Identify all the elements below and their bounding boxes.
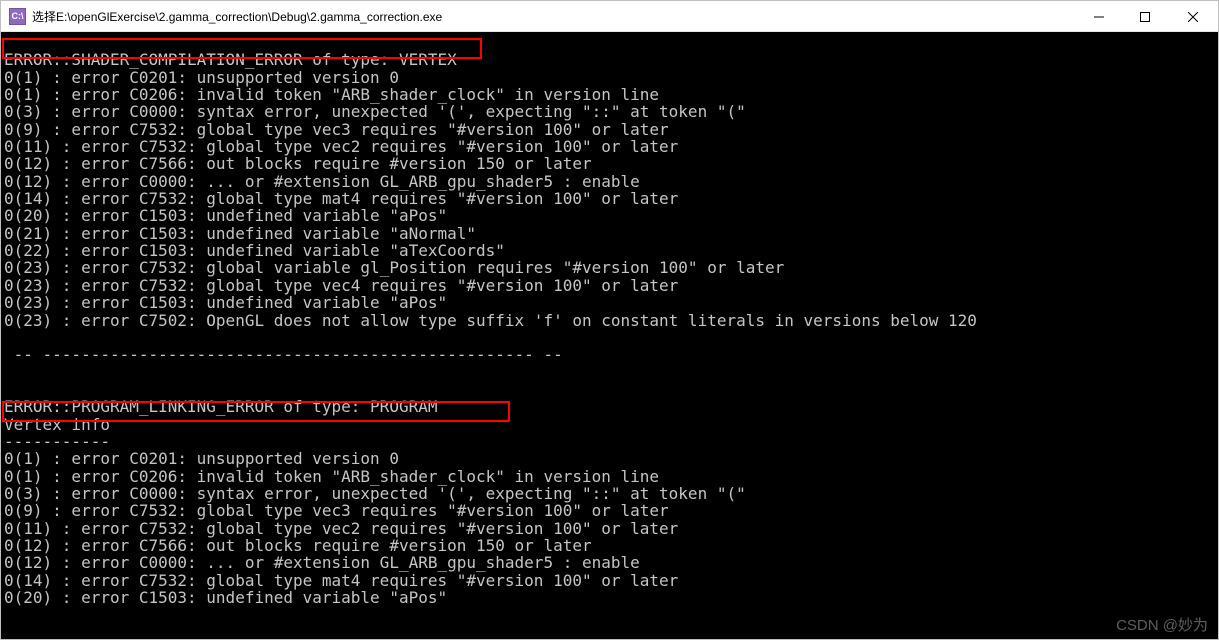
console-line: 0(11) : error C7532: global type vec2 re… [4,138,1218,155]
console-line: 0(1) : error C0206: invalid token "ARB_s… [4,86,1218,103]
console-line: 0(23) : error C1503: undefined variable … [4,294,1218,311]
close-button[interactable] [1168,1,1218,32]
close-icon [1188,12,1198,22]
console-line: 0(14) : error C7532: global type mat4 re… [4,190,1218,207]
console-line: ERROR::PROGRAM_LINKING_ERROR of type: PR… [4,398,1218,415]
minimize-icon [1094,12,1104,22]
console-line: -- -------------------------------------… [4,346,1218,363]
console-line: 0(12) : error C0000: ... or #extension G… [4,554,1218,571]
title-bar[interactable]: C:\ 选择E:\openGlExercise\2.gamma_correcti… [1,1,1218,32]
console-line: 0(21) : error C1503: undefined variable … [4,225,1218,242]
console-line: 0(9) : error C7532: global type vec3 req… [4,121,1218,138]
console-line: ----------- [4,433,1218,450]
console-line: 0(23) : error C7502: OpenGL does not all… [4,312,1218,329]
console-line: 0(20) : error C1503: undefined variable … [4,589,1218,606]
console-line: 0(23) : error C7532: global type vec4 re… [4,277,1218,294]
console-line: 0(12) : error C7566: out blocks require … [4,537,1218,554]
console-line: 0(20) : error C1503: undefined variable … [4,207,1218,224]
console-line: 0(23) : error C7532: global variable gl_… [4,259,1218,276]
console-line: 0(9) : error C7532: global type vec3 req… [4,502,1218,519]
console-line: 0(22) : error C1503: undefined variable … [4,242,1218,259]
console-line: ERROR::SHADER_COMPILATION_ERROR of type:… [4,51,1218,68]
console-line: 0(14) : error C7532: global type mat4 re… [4,572,1218,589]
window-controls [1076,1,1218,31]
maximize-icon [1140,12,1150,22]
console-line [4,329,1218,346]
console-line: 0(1) : error C0201: unsupported version … [4,69,1218,86]
watermark: CSDN @妙为 [1116,614,1208,635]
console-line [4,34,1218,51]
console-line: 0(3) : error C0000: syntax error, unexpe… [4,103,1218,120]
app-icon: C:\ [9,8,26,25]
window-frame: C:\ 选择E:\openGlExercise\2.gamma_correcti… [0,0,1219,640]
console-line: 0(3) : error C0000: syntax error, unexpe… [4,485,1218,502]
console-line [4,381,1218,398]
console-line: Vertex info [4,416,1218,433]
console-line: 0(1) : error C0206: invalid token "ARB_s… [4,468,1218,485]
console-line [4,364,1218,381]
maximize-button[interactable] [1122,1,1168,32]
window-title: 选择E:\openGlExercise\2.gamma_correction\D… [32,8,1076,25]
console-line: 0(12) : error C0000: ... or #extension G… [4,173,1218,190]
console-line: 0(1) : error C0201: unsupported version … [4,450,1218,467]
minimize-button[interactable] [1076,1,1122,32]
console-line: 0(11) : error C7532: global type vec2 re… [4,520,1218,537]
console-line: 0(12) : error C7566: out blocks require … [4,155,1218,172]
console-output[interactable]: ERROR::SHADER_COMPILATION_ERROR of type:… [1,32,1218,639]
